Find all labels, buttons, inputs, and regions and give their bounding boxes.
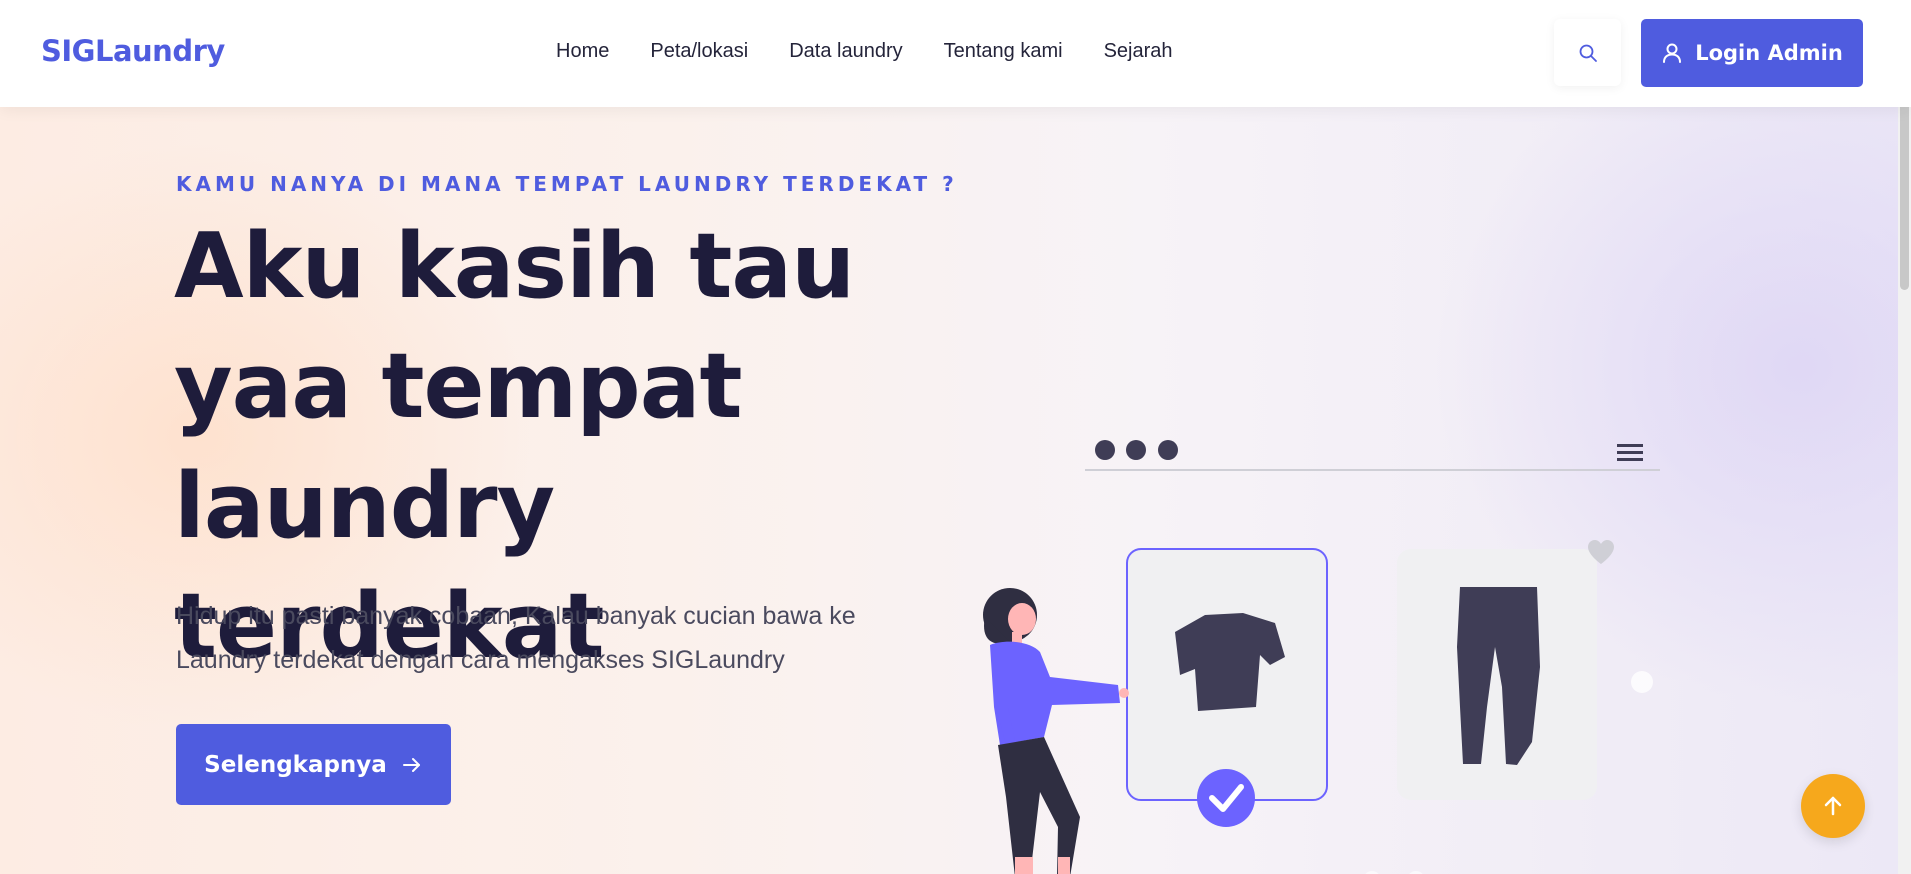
nav-item-sejarah[interactable]: Sejarah [1104,40,1173,63]
user-icon [1663,43,1682,63]
selengkapnya-button[interactable]: Selengkapnya [176,724,451,805]
nav-item-tentang-kami[interactable]: Tentang kami [944,40,1063,63]
scroll-to-top-button[interactable] [1801,774,1865,838]
main-nav: Home Peta/lokasi Data laundry Tentang ka… [556,40,1173,63]
selengkapnya-label: Selengkapnya [204,751,387,778]
browser-bar-illustration [1085,440,1660,471]
shirt-card-illustration [1126,548,1328,827]
search-icon [1579,44,1597,62]
hero-section: KAMU NANYA DI MANA TEMPAT LAUNDRY TERDEK… [0,107,1911,874]
hamburger-menu-icon [1617,444,1643,461]
nav-item-data-laundry[interactable]: Data laundry [789,40,902,63]
page-scrollbar[interactable] [1898,0,1911,874]
woman-figure-illustration [983,588,1129,874]
pants-card-illustration [1397,540,1653,800]
site-logo[interactable]: SIGLaundry [41,34,225,68]
shopping-illustration [983,440,1660,874]
arrow-up-icon [1824,796,1842,816]
search-button[interactable] [1554,19,1621,86]
nav-item-home[interactable]: Home [556,40,609,63]
arrow-right-icon [402,757,420,772]
hero-eyebrow: KAMU NANYA DI MANA TEMPAT LAUNDRY TERDEK… [176,172,958,196]
site-header: SIGLaundry Home Peta/lokasi Data laundry… [0,0,1911,107]
login-admin-button[interactable]: Login Admin [1641,19,1863,87]
hero-description: Hidup itu pasti banyak cobaan, Kalau ban… [176,602,856,674]
nav-item-peta-lokasi[interactable]: Peta/lokasi [650,40,748,63]
login-admin-label: Login Admin [1695,41,1843,65]
